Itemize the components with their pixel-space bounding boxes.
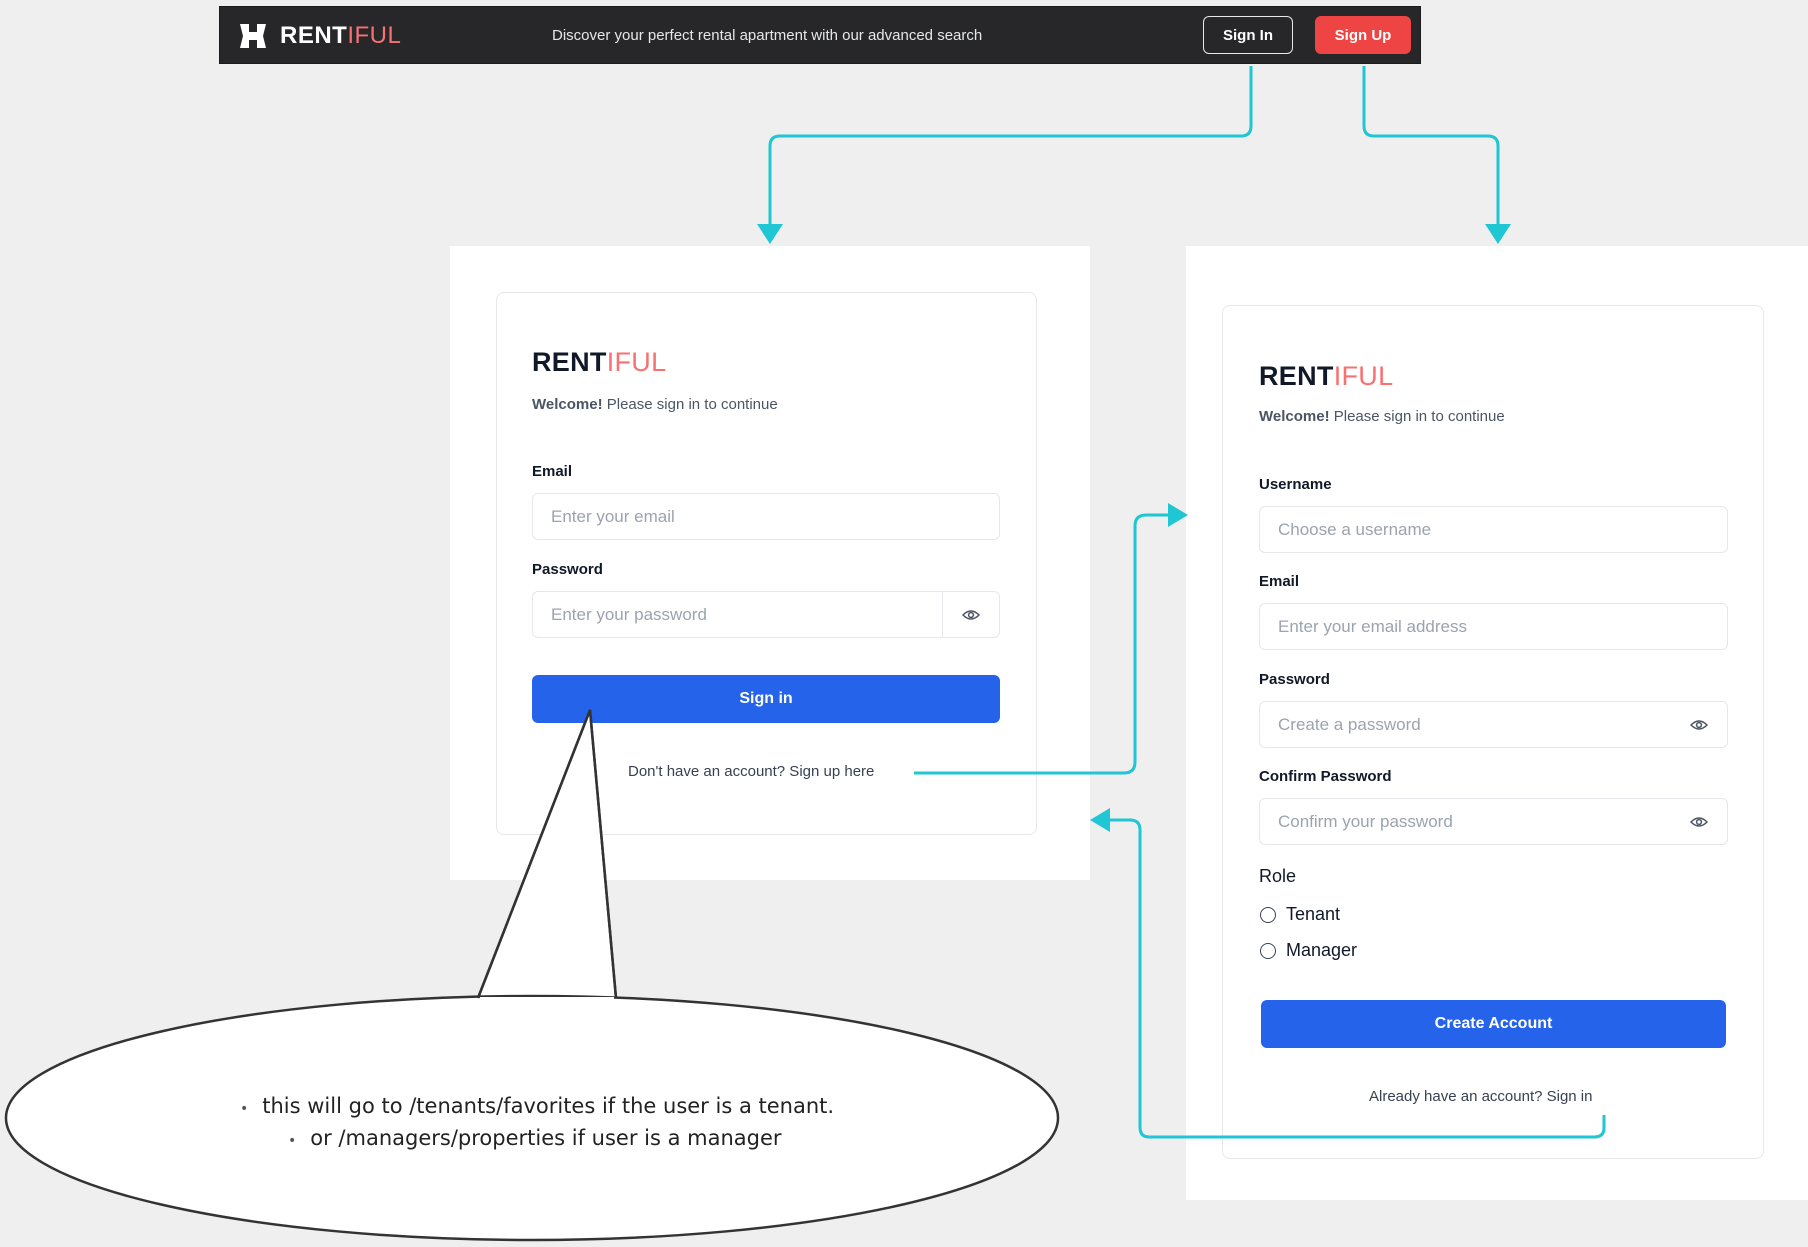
- callout-line-2: • or /managers/properties if user is a ma…: [288, 1126, 782, 1150]
- flow-overlay: [4, 66, 1606, 1242]
- bullet-dot: •: [240, 1101, 249, 1117]
- arrow-head-register: [1485, 224, 1511, 244]
- callout-line-1: • this will go to /tenants/favorites if t…: [240, 1094, 835, 1118]
- callout-ellipse: [4, 994, 1060, 1242]
- arrow-signup-to-register: [1362, 66, 1500, 228]
- arrow-head-signup-link: [1168, 503, 1188, 527]
- arrow-signin-link: [1104, 818, 1606, 1139]
- arrow-signin-to-login: [768, 66, 1253, 228]
- arrow-head-login: [757, 224, 783, 244]
- arrow-signup-link: [914, 513, 1172, 775]
- bullet-dot: •: [288, 1133, 297, 1149]
- callout-bubble: [476, 709, 618, 999]
- arrow-head-signin-link: [1090, 808, 1110, 832]
